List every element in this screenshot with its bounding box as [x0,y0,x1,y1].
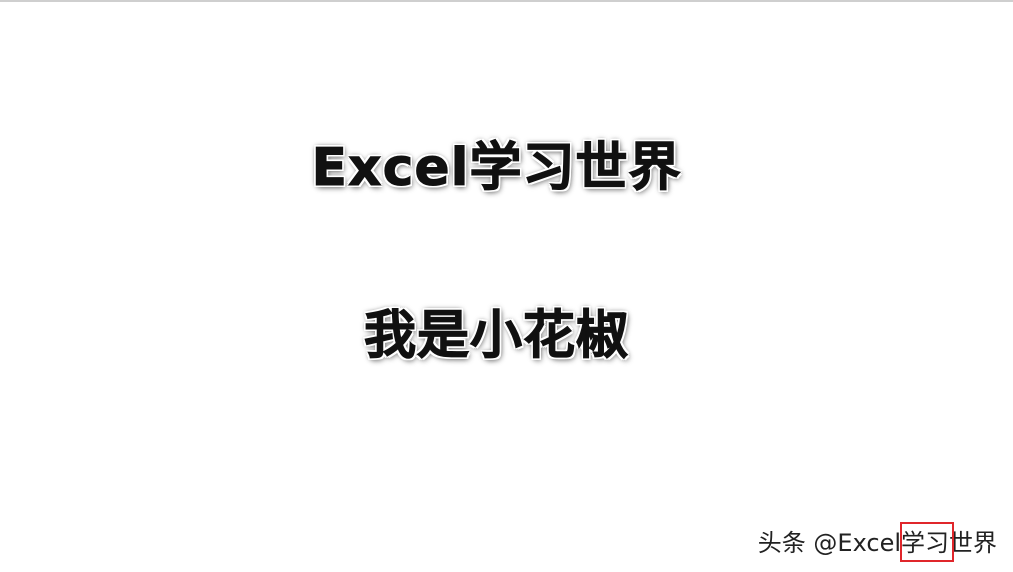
slide-text-line-2: 我是小花椒 [363,306,629,367]
slide-text-line-1: Excel学习世界 [311,138,682,199]
watermark-text: 头条 @Excel学习世界 [757,529,997,557]
slide-canvas [0,2,1013,572]
